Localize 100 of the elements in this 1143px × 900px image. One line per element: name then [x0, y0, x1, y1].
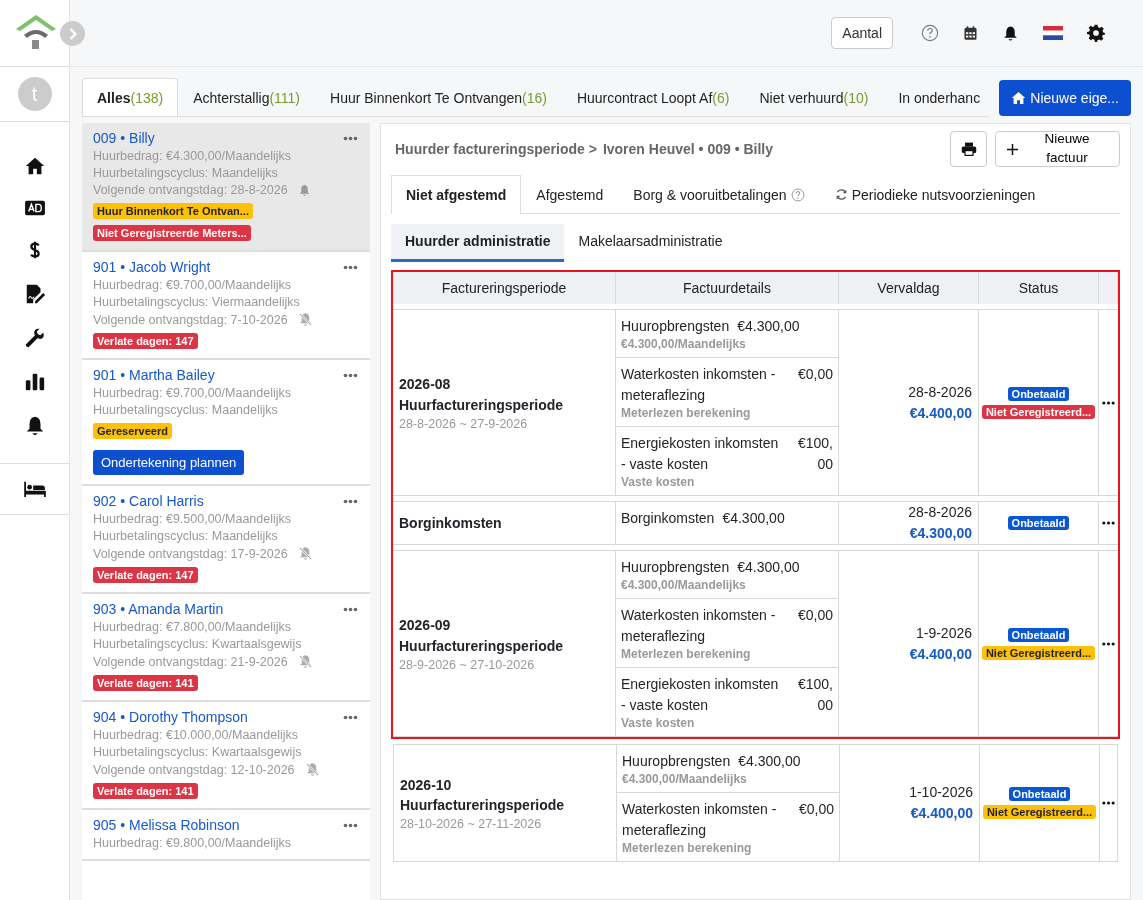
filter-tab[interactable]: Alles(138)	[82, 78, 179, 116]
schedule-signing-button[interactable]: Ondertekening plannen	[93, 450, 245, 475]
charge-amount: €4.300,00	[737, 558, 800, 577]
charge-amount: €0,00	[797, 606, 833, 625]
tenant-title[interactable]: 009 • Billy	[93, 130, 155, 146]
period-title: 2026-08 Huurfactureringsperiode	[399, 375, 565, 415]
calendar-icon[interactable]	[963, 25, 978, 41]
ledger-tab[interactable]: Makelaarsadministratie	[564, 224, 737, 262]
more-icon[interactable]	[1102, 641, 1115, 646]
status-badge: Niet Geregistreerde Meters...	[93, 225, 251, 241]
tenant-card[interactable]: 009 • Billy Huurbedrag: €4.300,00/Maandelijks Huurbetalingscyclus: Maandelijks Volgende ontvangstdag: 28-8-2026 Huur Binnenkort Te Ontvan... Niet Geregistreerde Meters...	[82, 123, 370, 252]
filter-tab[interactable]: Achterstallig(111)	[178, 78, 316, 116]
charge-amount: €100,00	[796, 675, 833, 715]
tab-count: (138)	[130, 89, 164, 106]
tenant-title[interactable]: 905 • Melissa Robinson	[93, 817, 240, 833]
period-range: 28-9-2026 ~ 27-10-2026	[399, 657, 536, 672]
due-date: 1-9-2026	[915, 623, 972, 643]
print-button[interactable]	[950, 131, 987, 167]
charge-note: Meterlezen berekening	[621, 647, 752, 661]
column-header: Factureringsperiode	[393, 272, 616, 304]
invoice-tab[interactable]: Afgestemd	[521, 175, 619, 213]
breadcrumb-item[interactable]: Huurder factureringsperiode >	[395, 141, 597, 157]
flag-icon[interactable]	[1043, 26, 1063, 40]
tenant-title[interactable]: 901 • Jacob Wright	[93, 259, 211, 275]
tenant-info: Huurbetalingscyclus: Maandelijks	[93, 529, 279, 543]
tenant-info: Huurbetalingscyclus: Kwartaalsgewijs	[93, 745, 303, 759]
home-icon[interactable]	[23, 155, 46, 177]
tab-count: (111)	[269, 89, 301, 106]
invoice-tab[interactable]: Borg & vooruitbetalingen	[618, 175, 820, 213]
charge-amount: €4.300,00	[738, 752, 801, 771]
tab-count: (6)	[712, 89, 730, 106]
status-badge: Huur Binnenkort Te Ontvan...	[93, 203, 253, 219]
status-badge: Gereserveerd	[93, 423, 172, 439]
filter-tab[interactable]: In onderhanc	[883, 78, 990, 116]
charge-note: Vaste kosten	[621, 475, 696, 489]
ad-icon[interactable]	[23, 199, 46, 217]
charge-name: Energiekosten inkomsten - vaste kosten	[621, 675, 780, 715]
charge-note: €4.300,00/Maandelijks	[621, 578, 747, 592]
tenant-info: Huurbedrag: €4.300,00/Maandelijks	[93, 149, 293, 163]
invoice-tab[interactable]: Niet afgestemd	[391, 175, 522, 214]
column-header: Status	[979, 272, 1099, 304]
status-badge: Onbetaald	[1007, 516, 1070, 530]
status-badge: Verlate dagen: 141	[93, 675, 198, 691]
tenant-title[interactable]: 902 • Carol Harris	[93, 493, 204, 509]
house-icon	[1011, 90, 1027, 105]
tenant-title[interactable]: 904 • Dorothy Thompson	[93, 709, 248, 725]
charge-amount: €0,00	[797, 365, 833, 384]
help-icon[interactable]	[921, 24, 939, 42]
settings-icon[interactable]	[1087, 24, 1105, 42]
new-property-button[interactable]: Nieuwe eige...	[999, 79, 1131, 116]
printer-icon	[960, 141, 977, 157]
next-payment-date: Volgende ontvangstdag: 7-10-2026	[93, 312, 288, 327]
period-title: 2026-09 Huurfactureringsperiode	[399, 616, 565, 656]
tenant-info: Huurbetalingscyclus: Viermaandelijks	[93, 295, 301, 309]
wrench-icon[interactable]	[23, 327, 46, 349]
next-payment-date: Volgende ontvangstdag: 17-9-2026	[93, 546, 288, 561]
period-title: 2026-10 Huurfactureringsperiode	[400, 775, 566, 815]
tenant-info: Huurbetalingscyclus: Maandelijks	[93, 166, 279, 180]
charge-note: Meterlezen berekening	[622, 841, 753, 855]
column-header: Factuurdetails	[616, 272, 839, 304]
filter-tab[interactable]: Huur Binnenkort Te Ontvangen(16)	[315, 78, 562, 116]
charge-name: Energiekosten inkomsten - vaste kosten	[621, 434, 780, 474]
more-icon[interactable]	[1102, 400, 1115, 405]
total-amount: €4.400,00	[910, 804, 973, 823]
notification-bell-icon[interactable]	[1002, 24, 1019, 42]
tenant-info: Huurbedrag: €10.000,00/Maandelijks	[93, 728, 299, 742]
filter-tab[interactable]: Niet verhuurd(10)	[744, 78, 884, 116]
charge-amount: €4.300,00	[722, 509, 785, 528]
charge-name: Huuropbrengsten	[622, 752, 731, 771]
period-title: Borginkomsten	[399, 513, 503, 533]
charge-name: Huuropbrengsten	[621, 317, 730, 336]
new-invoice-button[interactable]: Nieuwe factuur	[995, 131, 1120, 167]
tab-count: (16)	[522, 89, 547, 106]
tenant-title[interactable]: 903 • Amanda Martin	[93, 601, 224, 617]
tab-count: (10)	[843, 89, 869, 106]
more-icon[interactable]	[1102, 801, 1115, 805]
bar-chart-icon[interactable]	[23, 371, 46, 393]
tenant-title[interactable]: 901 • Martha Bailey	[93, 367, 215, 383]
tenant-info: Huurbedrag: €9.700,00/Maandelijks	[93, 386, 293, 400]
ledger-tab[interactable]: Huurder administratie	[391, 224, 565, 262]
charge-note: €4.300,00/Maandelijks	[622, 772, 748, 786]
total-amount: €4.400,00	[909, 644, 972, 664]
status-badge: Onbetaald	[1007, 386, 1070, 401]
charge-amount: €4.300,00	[737, 317, 800, 336]
status-badge: Verlate dagen: 141	[93, 783, 198, 799]
column-header: Vervaldag	[839, 272, 979, 304]
tenant-info: Huurbedrag: €9.700,00/Maandelijks	[93, 278, 293, 292]
due-date: 1-10-2026	[909, 783, 973, 802]
charge-amount: €0,00	[798, 800, 834, 819]
more-icon[interactable]	[1102, 521, 1115, 525]
filter-tab[interactable]: Huurcontract Loopt Af(6)	[561, 78, 745, 116]
bed-icon[interactable]	[22, 480, 47, 498]
plus-icon	[1006, 142, 1019, 156]
next-payment-date: Volgende ontvangstdag: 12-10-2026	[93, 762, 295, 777]
invoice-tab[interactable]: Periodieke nutsvoorzieningen	[819, 175, 1051, 213]
due-date: 28-8-2026	[908, 382, 972, 402]
breadcrumb-item: Ivoren Heuvel • 009 • Billy	[602, 141, 773, 157]
charge-note: €4.300,00/Maandelijks	[621, 337, 747, 351]
count-button[interactable]: Aantal	[831, 17, 893, 49]
tenant-info: Huurbetalingscyclus: Maandelijks	[93, 403, 279, 417]
